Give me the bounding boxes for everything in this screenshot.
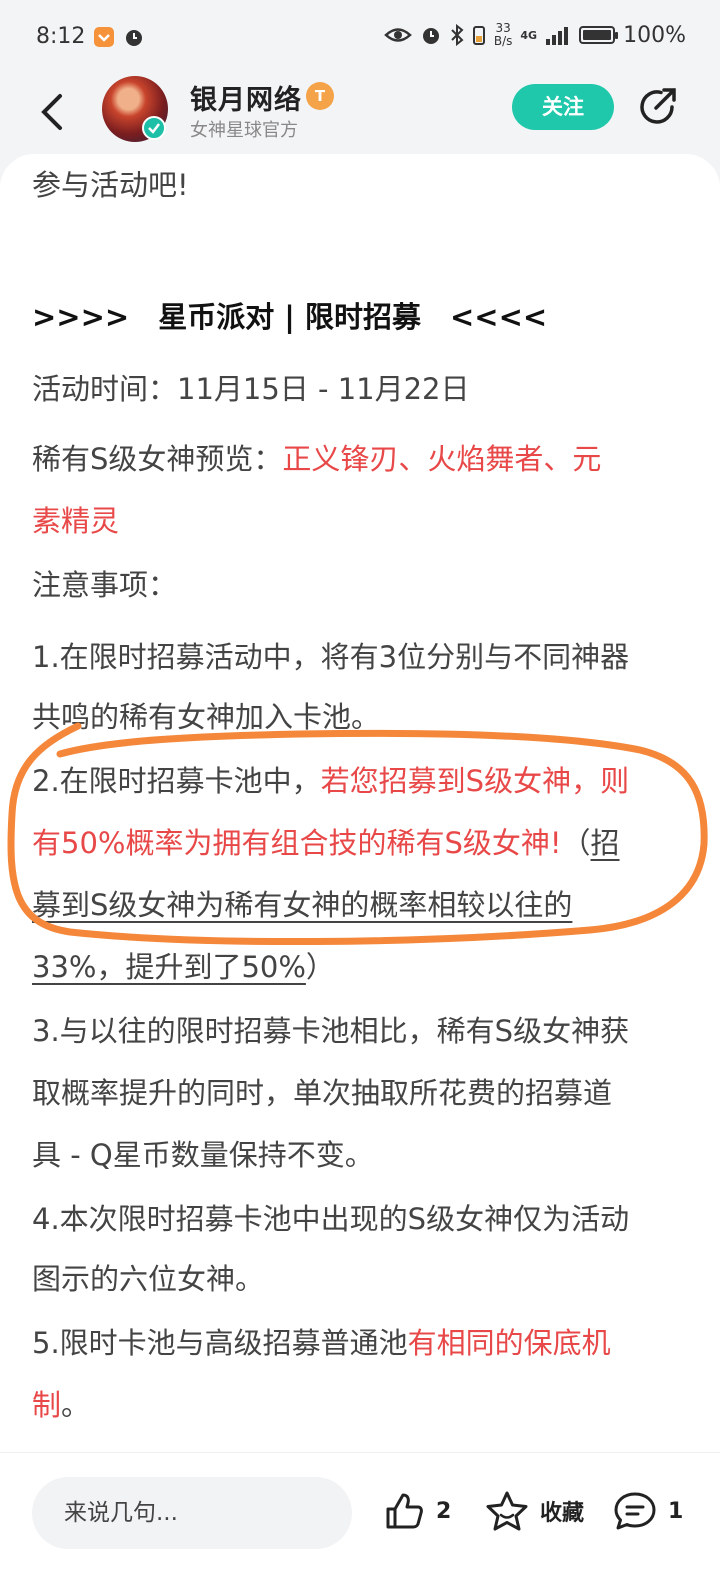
notes-title: 注意事项： [32,568,178,602]
note-2-paren: ） [305,950,335,984]
note-5-text: 5.限时卡池与高级招募普通池 [32,1326,408,1360]
chevron-left-icon [41,94,62,130]
post-header: 银月网络 T 女神星球官方 关注 [0,72,720,156]
net-speed-unit: B/s [493,34,513,48]
like-count: 2 [436,1498,452,1524]
note-3-line-3: 具 - Q星币数量保持不变。 [32,1138,374,1172]
share-button[interactable] [636,86,678,128]
back-button[interactable] [36,92,70,132]
note-4-line-2: 图示的六位女神。 [32,1262,265,1296]
bottom-action-bar: 来说几句... 2 收藏 1 [0,1452,720,1593]
preview-names: 正义锋刃、火焰舞者、元 [282,442,602,476]
preview-label: 稀有S级女神预览： [32,442,283,476]
note-4-line-1: 4.本次限时招募卡池中出现的S级女神仅为活动 [32,1202,630,1236]
favorite-label: 收藏 [540,1501,585,1526]
battery-icon [579,26,619,44]
status-bar: 8:12 33 B/s 4G 100% [0,0,720,80]
note-2-paren: （ [561,826,591,860]
note-2-highlight: 若您招募到S级女神，则 [320,764,630,798]
comment-button[interactable]: 1 [612,1489,683,1533]
alarm-icon [123,26,145,48]
note-1-line-2: 共鸣的稀有女神加入卡池。 [32,700,381,734]
star-icon [486,1491,528,1531]
author-name[interactable]: 银月网络 [190,78,302,117]
preview-names-cont: 素精灵 [32,504,120,538]
shield-app-icon [93,26,115,48]
note-3-line-1: 3.与以往的限时招募卡池相比，稀有S级女神获 [32,1014,630,1048]
comment-input[interactable]: 来说几句... [32,1477,352,1549]
event-time: 活动时间：11月15日 - 11月22日 [32,372,470,406]
preview-line: 稀有S级女神预览：正义锋刃、火焰舞者、元 [32,428,601,490]
note-2-line-1: 2.在限时招募卡池中，若您招募到S级女神，则 [32,750,629,812]
comment-bubble-icon [614,1492,656,1530]
signal-icon [545,24,571,46]
article-heading: >>>> 星币派对 | 限时招募 <<<< [32,300,548,334]
note-5-text: 。 [61,1388,91,1422]
note-5-highlight: 制 [32,1388,62,1422]
note-5-line-2: 制。 [32,1374,90,1436]
battery-percent: 100% [623,22,686,48]
article-line: 参与活动吧! [32,168,189,202]
note-5-line-1: 5.限时卡池与高级招募普通池有相同的保底机 [32,1312,611,1374]
level-badge-icon: T [306,82,334,110]
follow-button[interactable]: 关注 [512,84,614,130]
note-2-highlight: 有50%概率为拥有组合技的稀有S级女神! [32,826,562,860]
share-icon [640,88,676,124]
note-3-line-2: 取概率提升的同时，单次抽取所花费的招募道 [32,1076,613,1110]
status-time: 8:12 [36,24,86,49]
note-2-line-4: 33%，提升到了50%） [32,936,335,998]
post-content: 参与活动吧! >>>> 星币派对 | 限时招募 <<<< 活动时间：11月15日… [0,154,720,1452]
thumbs-up-icon [386,1493,423,1529]
verified-badge-icon [142,116,166,140]
note-2-text: 2.在限时招募卡池中， [32,764,321,798]
note-1-line-1: 1.在限时招募活动中，将有3位分别与不同神器 [32,640,630,674]
note-2-line-3: 募到S级女神为稀有女神的概率相较以往的 [32,888,573,922]
bluetooth-icon [450,23,464,47]
note-2-underlined: 33%，提升到了50% [32,950,306,984]
vibrate-battery-icon [472,24,486,46]
alarm-icon [420,24,442,46]
author-subtitle: 女神星球官方 [190,120,298,141]
like-button[interactable]: 2 [382,1489,451,1533]
favorite-button[interactable]: 收藏 [484,1489,584,1533]
network-speed: 33 B/s [494,22,513,48]
note-5-highlight: 有相同的保底机 [407,1326,611,1360]
comment-count: 1 [668,1498,684,1524]
eye-icon [384,24,412,46]
note-2-line-2: 有50%概率为拥有组合技的稀有S级女神!（招 [32,812,620,874]
note-2-underlined: 招 [590,826,620,860]
network-type-icon: 4G [520,28,538,42]
